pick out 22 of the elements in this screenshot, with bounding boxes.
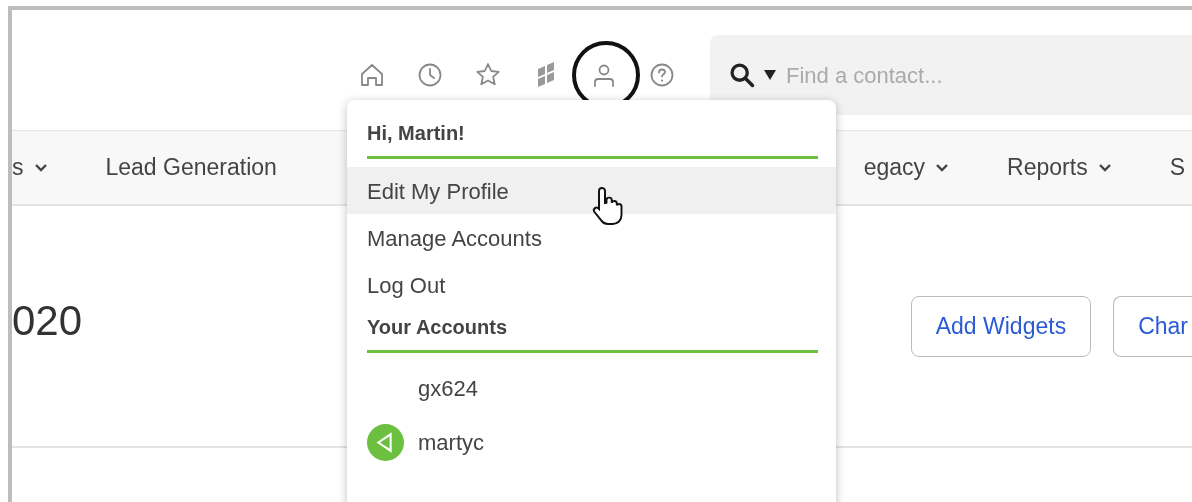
nav-item[interactable]: egacy [863, 150, 950, 185]
caret-icon [764, 70, 776, 80]
nav-item[interactable]: S [1169, 150, 1185, 185]
help-icon[interactable] [648, 61, 676, 89]
nav-item[interactable]: s [12, 150, 48, 185]
menu-item[interactable]: Manage Accounts [347, 214, 836, 261]
nav-item[interactable]: Reports [1007, 150, 1112, 185]
accounts-heading: Your Accounts [367, 312, 818, 353]
home-icon[interactable] [358, 61, 386, 89]
search-field[interactable]: Find a contact... [784, 57, 1084, 93]
clock-icon[interactable] [416, 61, 444, 89]
menu-item[interactable]: Edit My Profile [347, 167, 836, 214]
search-bar[interactable]: Find a contact... [710, 35, 1192, 115]
menu-item[interactable]: Log Out [347, 261, 836, 308]
account-name[interactable]: gx624 [418, 371, 478, 405]
search-icon [728, 61, 756, 89]
page-heading: 020 [12, 296, 83, 346]
page-button[interactable]: Add Widgets [910, 296, 1092, 357]
page-button[interactable]: Char [1113, 296, 1192, 357]
menu-greeting: Hi, Martin! [367, 118, 818, 159]
nav-item[interactable]: Lead Generation [105, 150, 277, 185]
account-name[interactable]: martyc [418, 425, 484, 459]
